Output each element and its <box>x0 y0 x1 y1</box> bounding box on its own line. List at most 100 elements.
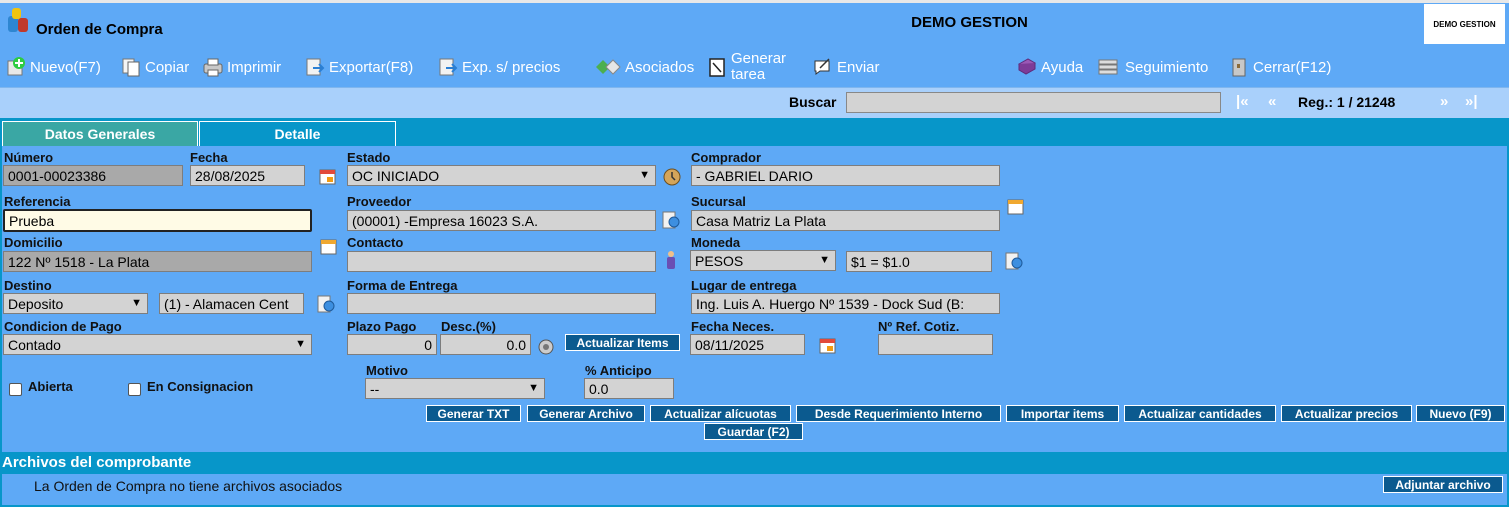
proveedor-label: Proveedor <box>347 194 412 209</box>
cotizacion-refresh-icon[interactable] <box>1003 250 1025 272</box>
imprimir-label: Imprimir <box>227 58 282 76</box>
forma-entrega-field[interactable] <box>347 293 656 314</box>
generar-tarea-button[interactable]: Generar tarea <box>706 46 786 88</box>
moneda-label: Moneda <box>691 235 741 250</box>
record-counter: Reg.: 1 / 21248 <box>1298 94 1396 110</box>
files-header-bar <box>0 452 1509 474</box>
ayuda-button[interactable]: Ayuda <box>1016 46 1083 88</box>
files-title: Archivos del comprobante <box>2 454 192 471</box>
proveedor-field[interactable]: (00001) -Empresa 16023 S.A. <box>347 210 656 231</box>
exp-sin-precios-button[interactable]: Exp. s/ precios <box>437 46 560 88</box>
consignacion-checkbox[interactable] <box>128 383 141 396</box>
fecha-neces-field[interactable]: 08/11/2025 <box>690 334 805 355</box>
destino-label: Destino <box>4 278 52 293</box>
calendar-icon[interactable] <box>817 335 839 357</box>
asociados-button[interactable]: Asociados <box>594 46 694 88</box>
prev-record-button[interactable]: « <box>1268 93 1276 110</box>
domicilio-label: Domicilio <box>4 235 63 250</box>
exportar-label: Exportar(F8) <box>329 58 414 76</box>
condicion-pago-select[interactable]: Contado ▼ <box>3 334 312 355</box>
desde-requerimiento-button[interactable]: Desde Requerimiento Interno <box>796 405 1001 422</box>
deposito-search-icon[interactable] <box>315 293 337 315</box>
cerrar-button[interactable]: Cerrar(F12) <box>1228 46 1331 88</box>
generar-archivo-button[interactable]: Generar Archivo <box>527 405 645 422</box>
tracking-icon <box>1096 56 1122 78</box>
referencia-input[interactable]: Prueba <box>3 209 312 232</box>
condicion-pago-value: Contado <box>8 337 61 353</box>
destino-select[interactable]: Deposito ▼ <box>3 293 148 314</box>
domicilio-edit-icon[interactable] <box>318 236 340 258</box>
nuevo-f9-button[interactable]: Nuevo (F9) <box>1416 405 1505 422</box>
importar-items-button[interactable]: Importar items <box>1006 405 1119 422</box>
seguimiento-button[interactable]: Seguimiento <box>1096 46 1208 88</box>
nuevo-button[interactable]: Nuevo(F7) <box>5 46 101 88</box>
moneda-value: PESOS <box>695 253 744 269</box>
first-record-button[interactable]: |« <box>1236 93 1249 110</box>
exp-sin-precios-label: Exp. s/ precios <box>462 58 561 76</box>
comprador-label: Comprador <box>691 150 762 165</box>
lugar-entrega-field[interactable]: Ing. Luis A. Huergo Nº 1539 - Dock Sud (… <box>691 293 1000 314</box>
contacto-field[interactable] <box>347 251 656 272</box>
fecha-field[interactable]: 28/08/2025 <box>190 165 305 186</box>
actualizar-alicuotas-button[interactable]: Actualizar alícuotas <box>650 405 791 422</box>
enviar-button[interactable]: Enviar <box>812 46 880 88</box>
exportar-button[interactable]: Exportar(F8) <box>304 46 413 88</box>
next-record-button[interactable]: » <box>1440 93 1448 110</box>
link-icon <box>594 56 622 78</box>
copiar-button[interactable]: Copiar <box>120 46 189 88</box>
send-icon <box>812 56 834 78</box>
ref-cotiz-field[interactable] <box>878 334 993 355</box>
actualizar-precios-button[interactable]: Actualizar precios <box>1281 405 1412 422</box>
nuevo-label: Nuevo(F7) <box>30 58 101 76</box>
deposito-field[interactable]: (1) - Alamacen Cent <box>159 293 304 314</box>
cerrar-label: Cerrar(F12) <box>1253 58 1332 76</box>
destino-value: Deposito <box>8 296 64 312</box>
motivo-value: -- <box>370 381 380 397</box>
sucursal-label: Sucursal <box>691 194 746 209</box>
lugar-entrega-label: Lugar de entrega <box>691 278 797 293</box>
fecha-label: Fecha <box>190 150 228 165</box>
adjuntar-archivo-button[interactable]: Adjuntar archivo <box>1383 476 1503 493</box>
actualizar-cantidades-button[interactable]: Actualizar cantidades <box>1124 405 1276 422</box>
files-empty-message: La Orden de Compra no tiene archivos aso… <box>34 478 343 494</box>
guardar-button[interactable]: Guardar (F2) <box>704 423 803 440</box>
plazo-pago-field[interactable]: 0 <box>347 334 437 355</box>
seguimiento-label: Seguimiento <box>1125 58 1209 76</box>
forma-entrega-label: Forma de Entrega <box>347 278 458 293</box>
estado-history-icon[interactable] <box>661 166 683 188</box>
tab-datos-generales[interactable]: Datos Generales <box>2 121 198 146</box>
descuento-field[interactable]: 0.0 <box>440 334 531 355</box>
generar-tarea-label: Generar tarea <box>731 50 787 83</box>
anticipo-label: % Anticipo <box>585 363 652 378</box>
export-icon <box>437 56 459 78</box>
generar-txt-button[interactable]: Generar TXT <box>426 405 521 422</box>
chevron-down-icon: ▼ <box>528 382 539 394</box>
contact-person-icon[interactable] <box>660 249 682 271</box>
search-input[interactable] <box>846 92 1221 113</box>
moneda-select[interactable]: PESOS ▼ <box>690 250 836 271</box>
sucursal-field: Casa Matriz La Plata <box>691 210 1000 231</box>
domicilio-field: 122 Nº 1518 - La Plata <box>3 251 312 272</box>
cotizacion-field: $1 = $1.0 <box>846 251 992 272</box>
motivo-select[interactable]: -- ▼ <box>365 378 545 399</box>
copiar-label: Copiar <box>145 58 190 76</box>
tab-detalle[interactable]: Detalle <box>199 121 396 146</box>
chevron-down-icon: ▼ <box>639 169 650 181</box>
sucursal-edit-icon[interactable] <box>1005 196 1027 218</box>
abierta-checkbox[interactable] <box>9 383 22 396</box>
referencia-label: Referencia <box>4 194 71 209</box>
last-record-button[interactable]: »| <box>1465 93 1478 110</box>
descuento-settings-icon[interactable] <box>535 336 557 358</box>
plus-icon <box>5 56 27 78</box>
descuento-label: Desc.(%) <box>441 319 496 334</box>
estado-select[interactable]: OC INICIADO ▼ <box>347 165 656 186</box>
condicion-pago-label: Condicion de Pago <box>4 319 122 334</box>
actualizar-items-button[interactable]: Actualizar Items <box>565 334 680 351</box>
imprimir-button[interactable]: Imprimir <box>202 46 281 88</box>
calendar-icon[interactable] <box>317 166 339 188</box>
copy-icon <box>120 56 142 78</box>
proveedor-search-icon[interactable] <box>660 209 682 231</box>
search-bar <box>0 88 1509 118</box>
anticipo-field[interactable]: 0.0 <box>584 378 674 399</box>
numero-field: 0001-00023386 <box>3 165 183 186</box>
